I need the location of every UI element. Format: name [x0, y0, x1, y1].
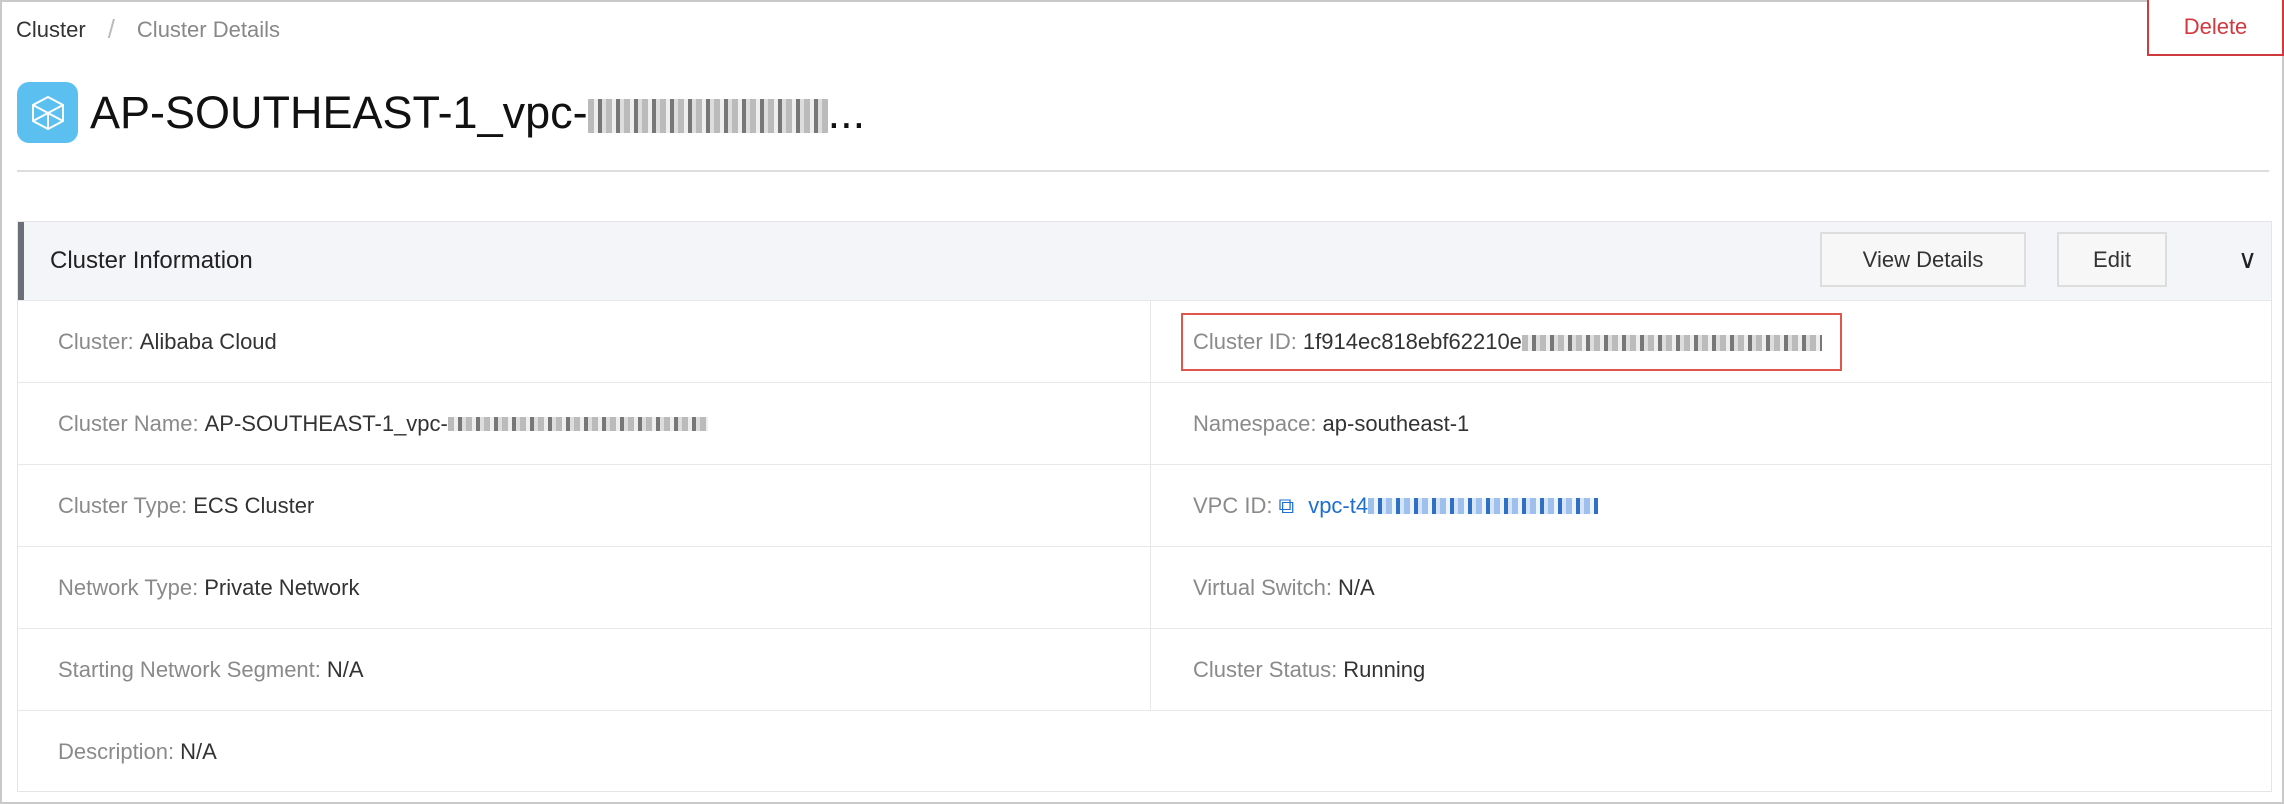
field-value: Private Network [204, 574, 360, 600]
redacted-text [1368, 497, 1599, 514]
field-network-segment: Starting Network Segment: N/A [18, 628, 1150, 710]
field-namespace: Namespace: ap-southeast-1 [1150, 382, 2271, 464]
field-label: Network Type: [58, 574, 199, 600]
divider [17, 170, 2269, 172]
field-value: ECS Cluster [193, 492, 315, 518]
field-value: Running [1343, 656, 1426, 682]
field-value: ap-southeast-1 [1322, 410, 1470, 436]
field-label: Cluster ID: [1193, 328, 1297, 354]
field-cluster: Cluster: Alibaba Cloud [18, 300, 1150, 382]
field-label: Cluster Name: [58, 410, 199, 436]
field-label: Cluster Type: [58, 492, 188, 518]
field-value: N/A [326, 656, 364, 682]
view-details-button[interactable]: View Details [1820, 232, 2026, 287]
field-description: Description: N/A [18, 710, 1150, 792]
field-cluster-status: Cluster Status: Running [1150, 628, 2271, 710]
external-link-icon[interactable]: ⧉ [1278, 493, 1294, 519]
cluster-information-panel: Cluster Information View Details Edit ∨ … [17, 221, 2272, 792]
field-label: VPC ID: [1193, 492, 1273, 518]
field-label: Namespace: [1193, 410, 1317, 436]
field-cluster-id: Cluster ID: 1f914ec818ebf62210e [1150, 300, 2271, 382]
edit-button[interactable]: Edit [2057, 232, 2167, 287]
breadcrumb: Cluster / Cluster Details [16, 14, 280, 45]
field-cluster-type: Cluster Type: ECS Cluster [18, 464, 1150, 546]
panel-title: Cluster Information [50, 247, 253, 274]
breadcrumb-separator: / [107, 14, 115, 44]
cluster-cube-icon [17, 82, 78, 143]
field-label: Cluster Status: [1193, 656, 1338, 682]
field-value: N/A [1337, 574, 1375, 600]
field-value: AP-SOUTHEAST-1_vpc- [204, 410, 448, 436]
page-title: AP-SOUTHEAST-1_vpc-... [90, 87, 866, 138]
field-label: Description: [58, 738, 175, 764]
field-label: Cluster: [58, 328, 134, 354]
redacted-text [1521, 334, 1822, 351]
redacted-text [587, 99, 828, 134]
field-vpc-id: VPC ID: ⧉ vpc-t4 [1150, 464, 2271, 546]
panel-header: Cluster Information View Details Edit ∨ [18, 222, 2271, 300]
page-title-text: AP-SOUTHEAST-1_vpc- [90, 87, 588, 138]
breadcrumb-current: Cluster Details [136, 16, 280, 42]
delete-button[interactable]: Delete [2147, 0, 2284, 56]
field-virtual-switch: Virtual Switch: N/A [1150, 546, 2271, 628]
field-label: Virtual Switch: [1193, 574, 1332, 600]
empty-cell [1150, 710, 2271, 792]
breadcrumb-cluster-link[interactable]: Cluster [16, 17, 86, 43]
vpc-id-link[interactable]: vpc-t4 [1308, 493, 1368, 519]
field-value: Alibaba Cloud [139, 328, 277, 354]
field-label: Starting Network Segment: [58, 656, 321, 682]
redacted-text [447, 416, 708, 431]
field-cluster-name: Cluster Name: AP-SOUTHEAST-1_vpc- [18, 382, 1150, 464]
cluster-id-highlight: Cluster ID: 1f914ec818ebf62210e [1181, 312, 1842, 371]
field-network-type: Network Type: Private Network [18, 546, 1150, 628]
field-value: N/A [180, 738, 217, 764]
chevron-down-icon[interactable]: ∨ [2238, 244, 2257, 275]
field-value: 1f914ec818ebf62210e [1302, 328, 1522, 354]
